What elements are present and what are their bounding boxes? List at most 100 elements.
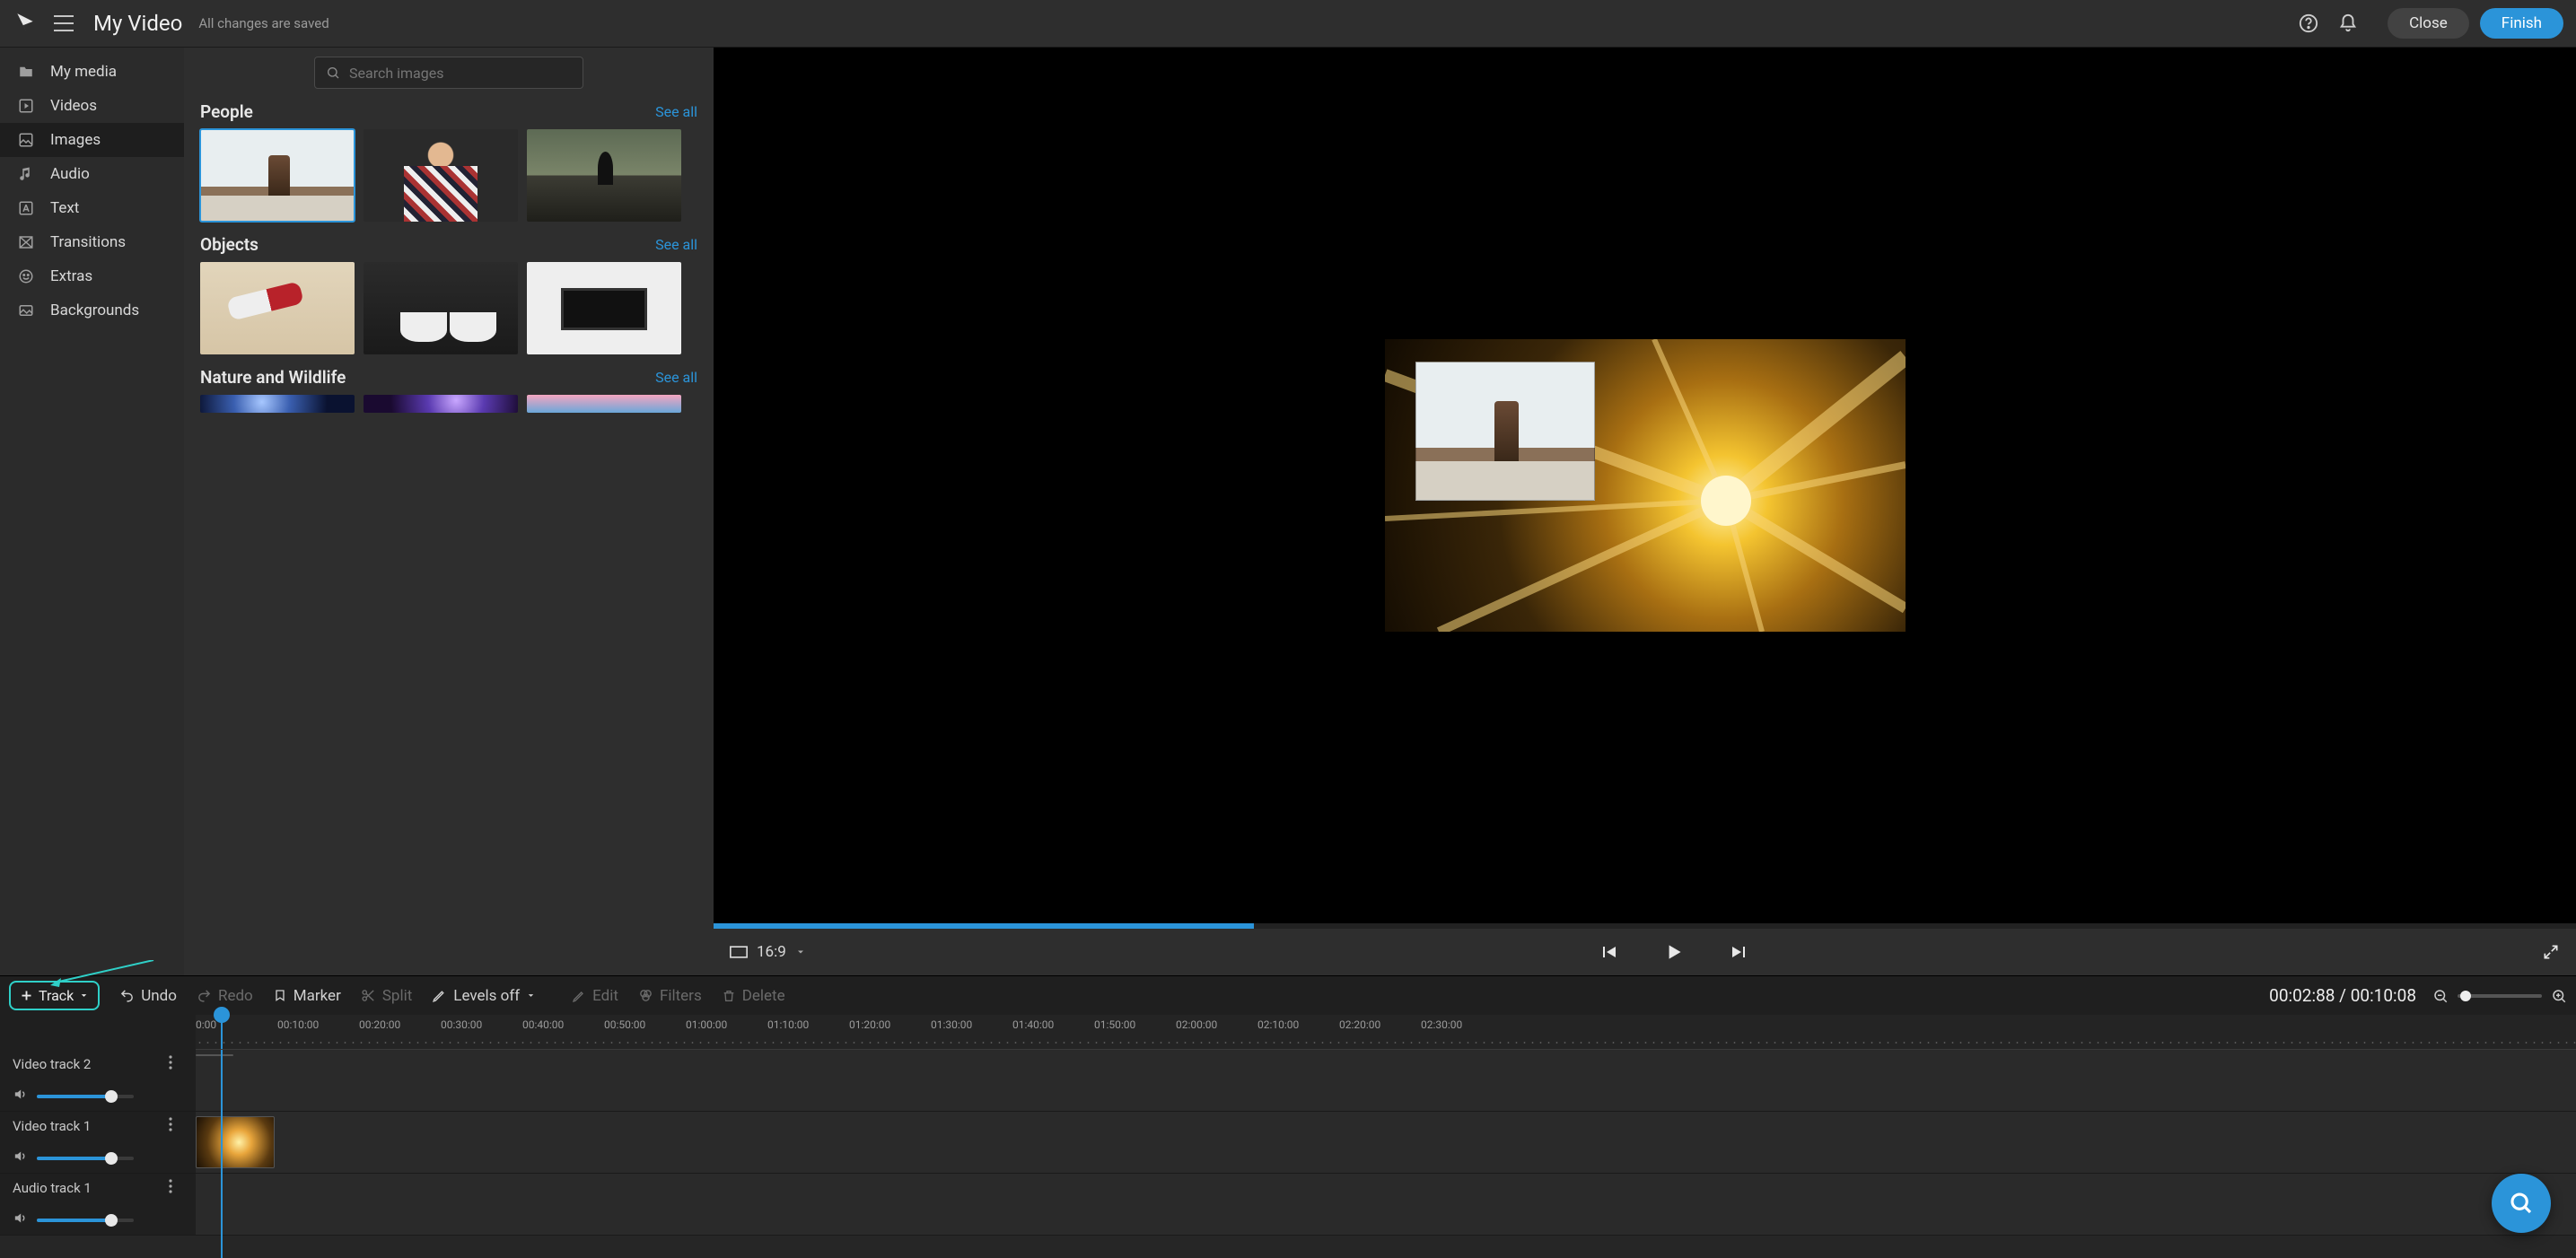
- timecode-display: 00:02:88 / 00:10:08: [2269, 985, 2416, 1006]
- nav-item-text[interactable]: Text: [0, 191, 184, 225]
- track-name: Video track 1: [13, 1118, 91, 1134]
- app-logo[interactable]: [13, 11, 38, 36]
- see-all-nature[interactable]: See all: [655, 369, 697, 386]
- transition-icon: [16, 232, 36, 252]
- preview-overlay-image: [1415, 362, 1595, 501]
- bell-icon[interactable]: [2337, 13, 2359, 34]
- next-button[interactable]: [1729, 941, 1750, 963]
- menu-icon[interactable]: [54, 15, 74, 31]
- track-menu-icon[interactable]: [169, 1179, 183, 1197]
- volume-slider[interactable]: [37, 1157, 134, 1160]
- close-button[interactable]: Close: [2388, 8, 2469, 39]
- track-lane[interactable]: [196, 1050, 2576, 1111]
- thumb-people-1[interactable]: [200, 129, 355, 222]
- thumb-people-3[interactable]: [527, 129, 681, 222]
- aspect-icon: [730, 946, 748, 958]
- save-status: All changes are saved: [198, 15, 329, 31]
- prev-button[interactable]: [1598, 941, 1619, 963]
- zoom-slider[interactable]: [2458, 994, 2542, 998]
- track-menu-icon[interactable]: [169, 1117, 183, 1135]
- thumb-nature-3[interactable]: [527, 395, 681, 413]
- smile-icon: [16, 266, 36, 286]
- chevron-down-icon: [526, 991, 536, 1000]
- timeline-tracks: Video track 2Video track 1Audio track 1: [0, 1050, 2576, 1258]
- text-icon: [16, 198, 36, 218]
- undo-button[interactable]: Undo: [119, 987, 177, 1005]
- finish-button[interactable]: Finish: [2480, 8, 2563, 39]
- thumb-nature-1[interactable]: [200, 395, 355, 413]
- track-lane[interactable]: [196, 1112, 2576, 1173]
- track-lane[interactable]: [196, 1174, 2576, 1235]
- nav-item-videos[interactable]: Videos: [0, 89, 184, 123]
- track-header: Video track 2: [0, 1050, 196, 1111]
- filters-button[interactable]: Filters: [638, 987, 702, 1005]
- fullscreen-button[interactable]: [2542, 943, 2560, 961]
- nav-label: Images: [50, 131, 101, 149]
- volume-icon[interactable]: [13, 1210, 28, 1229]
- play-square-icon: [16, 96, 36, 116]
- redo-icon: [197, 988, 212, 1003]
- nav-item-audio[interactable]: Audio: [0, 157, 184, 191]
- nav-item-transitions[interactable]: Transitions: [0, 225, 184, 259]
- nav-label: Transitions: [50, 233, 126, 251]
- add-track-button[interactable]: Track: [9, 981, 100, 1010]
- chat-fab[interactable]: [2492, 1174, 2551, 1233]
- project-title[interactable]: My Video: [93, 11, 182, 36]
- split-button[interactable]: Split: [361, 987, 412, 1005]
- playhead[interactable]: [221, 1015, 223, 1049]
- track-row: Video track 2: [0, 1050, 2576, 1112]
- zoom-out-icon[interactable]: [2432, 988, 2449, 1004]
- timeline-ruler[interactable]: 0:0000:10:0000:20:0000:30:0000:40:0000:5…: [196, 1015, 2576, 1050]
- preview-canvas[interactable]: [714, 48, 2576, 923]
- search-input-wrap[interactable]: [314, 57, 583, 89]
- levels-button[interactable]: Levels off: [432, 987, 536, 1005]
- nav-item-extras[interactable]: Extras: [0, 259, 184, 293]
- search-icon: [2508, 1190, 2535, 1217]
- timeline-toolbar: Track Undo Redo Marker Split Levels off …: [0, 975, 2576, 1015]
- marker-icon: [273, 989, 287, 1003]
- edit-button[interactable]: Edit: [572, 987, 618, 1005]
- see-all-people[interactable]: See all: [655, 103, 697, 120]
- ruler-tick: 00:40:00: [522, 1018, 564, 1031]
- thumb-people-2[interactable]: [364, 129, 518, 222]
- volume-icon[interactable]: [13, 1149, 28, 1167]
- see-all-objects[interactable]: See all: [655, 236, 697, 253]
- thumb-objects-1[interactable]: [200, 262, 355, 354]
- ruler-tick: 02:00:00: [1176, 1018, 1217, 1031]
- ruler-tick: 01:40:00: [1012, 1018, 1054, 1031]
- ruler-tick: 00:50:00: [604, 1018, 645, 1031]
- track-row: Video track 1: [0, 1112, 2576, 1174]
- ruler-tick: 02:20:00: [1339, 1018, 1380, 1031]
- edit-icon: [572, 989, 586, 1003]
- delete-button[interactable]: Delete: [722, 987, 785, 1005]
- play-button[interactable]: [1662, 940, 1686, 964]
- side-nav: My media Videos Images Audio Text Transi…: [0, 48, 184, 975]
- nav-item-backgrounds[interactable]: Backgrounds: [0, 293, 184, 328]
- chevron-down-icon: [79, 991, 89, 1000]
- help-icon[interactable]: [2298, 13, 2319, 34]
- aspect-ratio-selector[interactable]: 16:9: [730, 943, 806, 961]
- preview-progress[interactable]: [714, 923, 2576, 929]
- aspect-label: 16:9: [757, 943, 786, 961]
- search-input[interactable]: [349, 65, 572, 82]
- redo-button[interactable]: Redo: [197, 987, 253, 1005]
- timeline-clip[interactable]: [196, 1054, 233, 1056]
- zoom-in-icon[interactable]: [2551, 988, 2567, 1004]
- thumb-nature-2[interactable]: [364, 395, 518, 413]
- trash-icon: [722, 989, 736, 1003]
- track-menu-icon[interactable]: [169, 1055, 183, 1073]
- playhead-line[interactable]: [221, 1050, 223, 1258]
- nav-item-my-media[interactable]: My media: [0, 55, 184, 89]
- marker-button[interactable]: Marker: [273, 987, 341, 1005]
- volume-icon[interactable]: [13, 1087, 28, 1105]
- ruler-tick: 01:10:00: [767, 1018, 809, 1031]
- ruler-tick: 02:30:00: [1421, 1018, 1462, 1031]
- thumb-objects-3[interactable]: [527, 262, 681, 354]
- thumb-objects-2[interactable]: [364, 262, 518, 354]
- volume-slider[interactable]: [37, 1219, 134, 1222]
- volume-slider[interactable]: [37, 1095, 134, 1098]
- app-header: My Video All changes are saved Close Fin…: [0, 0, 2576, 48]
- ruler-tick: 01:50:00: [1094, 1018, 1135, 1031]
- nav-item-images[interactable]: Images: [0, 123, 184, 157]
- timeline-clip[interactable]: [196, 1116, 275, 1168]
